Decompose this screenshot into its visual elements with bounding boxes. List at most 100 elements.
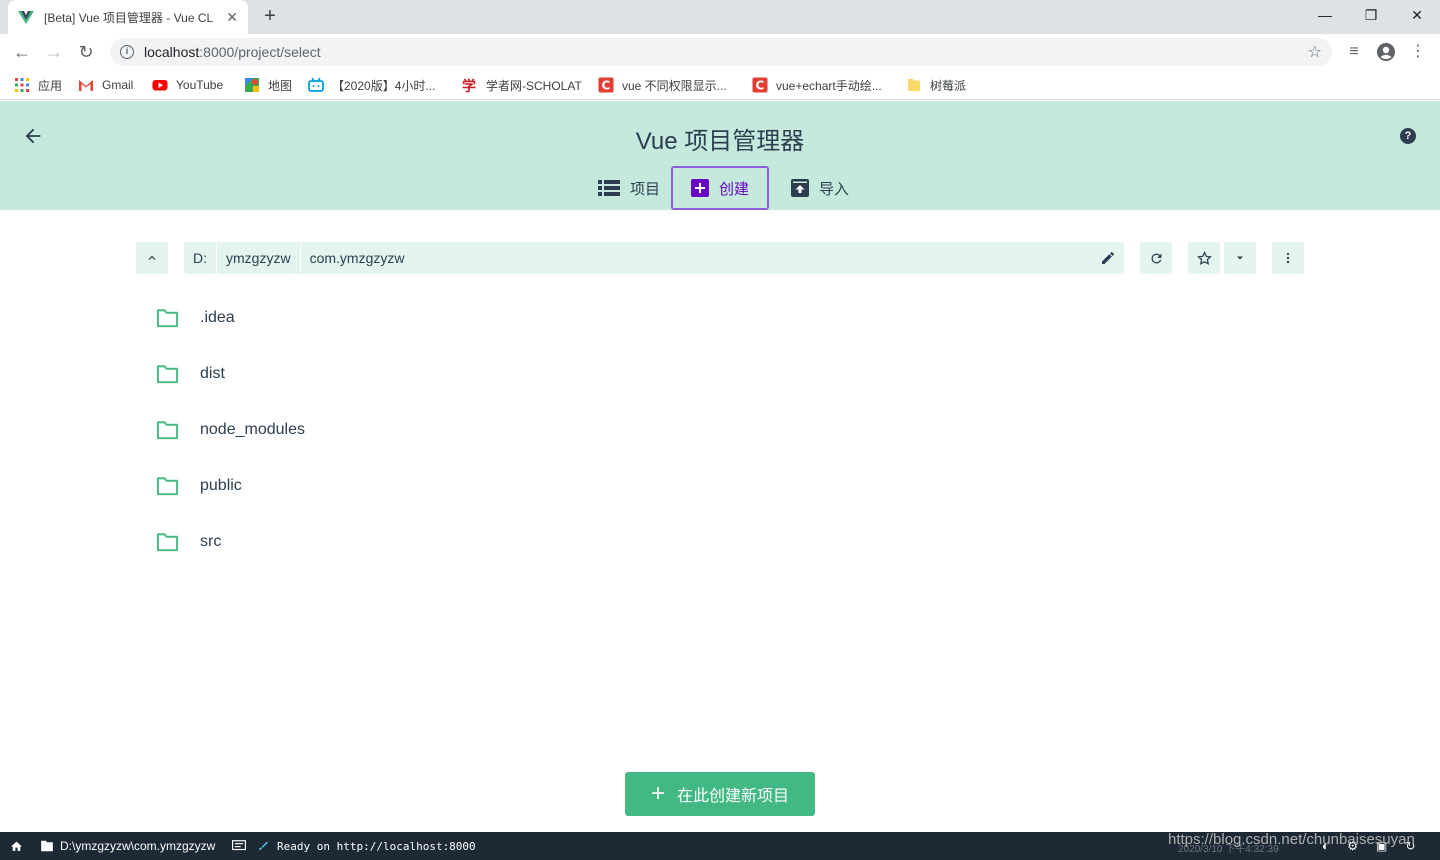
favorite-button[interactable] xyxy=(1188,242,1220,274)
browser-menu-icon[interactable]: ⋮ xyxy=(1406,40,1430,64)
folder-item[interactable]: .idea xyxy=(156,306,235,330)
path-segment-drive[interactable]: D: xyxy=(184,242,217,274)
gmail-icon xyxy=(79,80,93,91)
bookmark-bilibili[interactable]: 【2020版】4小时... xyxy=(308,76,435,94)
log-message: Ready on http://localhost:8000 xyxy=(257,832,476,860)
reload-icon[interactable]: ↻ xyxy=(74,40,98,64)
bookmark-csdn-2[interactable]: C vue+echart手动绘... xyxy=(752,76,882,94)
app-header: Vue 项目管理器 ? 项目 创建 导入 xyxy=(0,101,1440,210)
folder-outline-icon xyxy=(156,421,179,440)
brush-icon xyxy=(259,841,268,850)
page-title: Vue 项目管理器 xyxy=(635,128,805,155)
folder-item[interactable]: node_modules xyxy=(156,418,305,442)
browser-tab[interactable]: [Beta] Vue 项目管理器 - Vue CLI ✕ xyxy=(8,0,248,34)
tab-create[interactable]: 创建 xyxy=(671,166,769,210)
folder-name: node_modules xyxy=(200,421,305,438)
restore-window-button[interactable]: ❐ xyxy=(1348,4,1394,28)
refresh-icon xyxy=(1150,252,1161,263)
bookmark-label: vue 不同权限显示... xyxy=(622,78,727,93)
minimize-window-button[interactable]: — xyxy=(1302,4,1348,28)
bookmark-apps[interactable]: 应用 xyxy=(14,76,62,94)
folder-item[interactable]: public xyxy=(156,474,242,498)
csdn-watermark: https://blog.csdn.net/chunbaisesuyan xyxy=(1168,831,1415,848)
tab-label: 创建 xyxy=(718,180,749,198)
unarchive-icon xyxy=(790,179,809,197)
profile-avatar-icon[interactable] xyxy=(1374,40,1398,64)
plus-icon: + xyxy=(650,780,665,807)
csdn-icon: C xyxy=(598,77,614,93)
add-box-icon xyxy=(690,179,709,197)
bookmark-youtube[interactable]: YouTube xyxy=(152,76,223,94)
list-icon xyxy=(597,180,620,196)
folder-outline-icon xyxy=(156,365,179,384)
csdn-icon: C xyxy=(752,77,768,93)
bookmark-label: 应用 xyxy=(38,78,63,93)
tab-import[interactable]: 导入 xyxy=(784,166,856,210)
create-project-here-button[interactable]: + 在此创建新项目 xyxy=(625,772,815,816)
folder-item[interactable]: src xyxy=(156,530,221,554)
site-info-icon[interactable]: i xyxy=(120,45,134,59)
bookmark-star-icon[interactable]: ☆ xyxy=(1308,42,1322,62)
back-arrow-icon[interactable]: ← xyxy=(10,40,34,64)
svg-text:学: 学 xyxy=(462,78,476,93)
path-segment-folder[interactable]: ymzgzyzw xyxy=(217,242,301,274)
help-icon[interactable]: ? xyxy=(1400,128,1416,144)
vue-logo-icon xyxy=(18,11,34,24)
scholat-icon: 学 xyxy=(462,78,476,93)
tab-title: [Beta] Vue 项目管理器 - Vue CLI xyxy=(44,10,214,25)
console-log-icon[interactable] xyxy=(232,832,246,860)
browser-tabstrip: [Beta] Vue 项目管理器 - Vue CLI ✕ + — ❐ ✕ xyxy=(0,0,1440,34)
svg-text:C: C xyxy=(756,79,765,93)
folder-outline-icon xyxy=(156,309,179,328)
bookmark-label: 地图 xyxy=(268,78,293,93)
new-tab-button[interactable]: + xyxy=(258,5,282,29)
more-options-button[interactable] xyxy=(1272,242,1304,274)
path-breadcrumb: D: ymzgzyzw com.ymzgzyzw xyxy=(184,242,1124,274)
folder-name: public xyxy=(200,477,242,494)
tab-label: 导入 xyxy=(818,180,849,198)
bookmark-label: YouTube xyxy=(176,78,224,92)
tab-projects[interactable]: 项目 xyxy=(588,166,670,210)
edit-path-icon[interactable] xyxy=(1100,250,1116,266)
chevron-up-icon xyxy=(148,255,156,260)
favorites-dropdown-button[interactable] xyxy=(1224,242,1256,274)
bookmark-label: Gmail xyxy=(102,78,134,92)
log-text: Ready on http://localhost:8000 xyxy=(277,839,476,853)
close-tab-icon[interactable]: ✕ xyxy=(226,9,238,26)
svg-text:C: C xyxy=(602,79,611,93)
folder-item[interactable]: dist xyxy=(156,362,225,386)
current-folder-path: D:\ymzgzyzw\com.ymzgzyzw xyxy=(60,839,216,853)
forward-arrow-icon[interactable]: → xyxy=(42,40,66,64)
maps-icon xyxy=(245,78,259,92)
apps-grid-icon xyxy=(15,78,29,92)
bilibili-icon xyxy=(308,77,324,92)
current-folder[interactable]: D:\ymzgzyzw\com.ymzgzyzw xyxy=(40,832,215,860)
folder-outline-icon xyxy=(156,477,179,496)
bookmarks-bar: 应用 Gmail YouTube 地图 【2020版】4小时... 学 学者网-… xyxy=(0,70,1440,100)
path-segment-current[interactable]: com.ymzgzyzw xyxy=(301,242,414,274)
folder-icon xyxy=(41,840,53,852)
folder-outline-icon xyxy=(156,533,179,552)
refresh-button[interactable] xyxy=(1140,242,1172,274)
bookmark-csdn-1[interactable]: C vue 不同权限显示... xyxy=(598,76,727,94)
bookmark-maps[interactable]: 地图 xyxy=(244,76,292,94)
close-window-button[interactable]: ✕ xyxy=(1394,4,1440,28)
home-icon[interactable] xyxy=(10,832,23,860)
more-vertical-icon xyxy=(1286,252,1290,264)
folder-name: .idea xyxy=(200,309,235,326)
bookmark-label: vue+echart手动绘... xyxy=(776,78,882,93)
bookmark-label: 学者网-SCHOLAT xyxy=(486,78,582,93)
parent-folder-button[interactable] xyxy=(136,242,168,274)
folder-name: dist xyxy=(200,365,225,382)
bookmark-label: 树莓派 xyxy=(930,78,967,93)
url-path: :8000/project/select xyxy=(199,44,321,60)
caret-down-icon xyxy=(1237,256,1243,260)
bookmark-scholat[interactable]: 学 学者网-SCHOLAT xyxy=(462,76,582,94)
tab-label: 项目 xyxy=(629,180,660,198)
address-bar[interactable]: i localhost:8000/project/select ☆ xyxy=(110,38,1332,66)
bookmark-gmail[interactable]: Gmail xyxy=(78,76,133,94)
star-outline-icon xyxy=(1196,250,1212,265)
url-host: localhost xyxy=(144,44,200,60)
media-queue-icon[interactable]: ≡ xyxy=(1342,40,1366,64)
bookmark-folder-raspberry[interactable]: 树莓派 xyxy=(906,76,966,94)
